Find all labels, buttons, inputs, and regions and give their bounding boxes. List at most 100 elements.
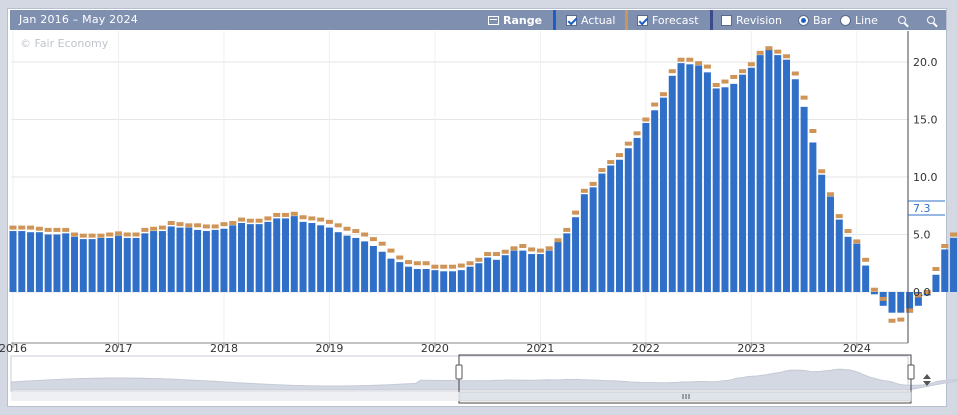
forecast-marker[interactable] xyxy=(879,296,887,301)
forecast-marker[interactable] xyxy=(422,261,430,266)
actual-bar[interactable] xyxy=(800,106,808,292)
forecast-marker[interactable] xyxy=(53,227,61,232)
forecast-marker[interactable] xyxy=(721,79,729,84)
actual-bar[interactable] xyxy=(484,257,492,293)
forecast-marker[interactable] xyxy=(554,238,562,243)
actual-bar[interactable] xyxy=(774,55,782,292)
actual-bar[interactable] xyxy=(616,159,624,292)
forecast-marker[interactable] xyxy=(431,264,439,269)
forecast-marker[interactable] xyxy=(264,216,272,221)
forecast-marker[interactable] xyxy=(255,218,263,223)
forecast-marker[interactable] xyxy=(211,224,219,229)
forecast-marker[interactable] xyxy=(167,221,175,225)
forecast-marker[interactable] xyxy=(396,255,404,260)
actual-bar[interactable] xyxy=(88,239,96,292)
actual-bar[interactable] xyxy=(536,254,544,292)
actual-bar[interactable] xyxy=(554,241,562,292)
forecast-marker[interactable] xyxy=(747,62,755,67)
forecast-marker[interactable] xyxy=(826,192,834,197)
actual-bar[interactable] xyxy=(449,271,456,292)
forecast-marker[interactable] xyxy=(536,248,544,253)
actual-bar[interactable] xyxy=(281,218,289,292)
forecast-marker[interactable] xyxy=(510,246,518,251)
forecast-marker[interactable] xyxy=(572,210,580,215)
actual-bar[interactable] xyxy=(519,250,527,292)
forecast-marker[interactable] xyxy=(290,211,298,216)
forecast-marker[interactable] xyxy=(651,102,659,107)
actual-bar[interactable] xyxy=(106,237,114,292)
forecast-marker[interactable] xyxy=(853,239,861,244)
forecast-marker[interactable] xyxy=(229,221,237,225)
forecast-marker[interactable] xyxy=(378,241,386,246)
forecast-marker[interactable] xyxy=(774,49,782,54)
forecast-marker[interactable] xyxy=(387,248,395,253)
actual-bar[interactable] xyxy=(888,292,896,313)
forecast-marker[interactable] xyxy=(607,160,615,165)
actual-bar[interactable] xyxy=(466,266,474,292)
actual-bar[interactable] xyxy=(413,269,421,292)
forecast-marker[interactable] xyxy=(71,232,79,237)
actual-bar[interactable] xyxy=(422,269,430,292)
forecast-marker[interactable] xyxy=(123,232,131,237)
forecast-marker[interactable] xyxy=(440,264,448,269)
actual-bar[interactable] xyxy=(668,75,676,292)
forecast-marker[interactable] xyxy=(114,231,122,236)
actual-bar[interactable] xyxy=(791,79,799,292)
forecast-marker[interactable] xyxy=(273,212,281,217)
forecast-marker[interactable] xyxy=(809,129,817,133)
navigator-left-handle[interactable] xyxy=(455,364,463,380)
forecast-marker[interactable] xyxy=(141,227,149,232)
actual-bar[interactable] xyxy=(299,221,307,292)
actual-bar[interactable] xyxy=(826,196,834,292)
actual-bar[interactable] xyxy=(932,274,940,292)
actual-bar[interactable] xyxy=(167,226,175,292)
actual-bar[interactable] xyxy=(642,122,650,292)
forecast-marker[interactable] xyxy=(888,318,896,323)
actual-bar[interactable] xyxy=(387,258,395,292)
actual-bar[interactable] xyxy=(150,231,158,292)
actual-bar[interactable] xyxy=(844,236,852,292)
actual-bar[interactable] xyxy=(44,234,52,293)
forecast-marker[interactable] xyxy=(9,225,17,230)
forecast-marker[interactable] xyxy=(79,233,87,238)
actual-bar[interactable] xyxy=(756,55,764,292)
actual-bar[interactable] xyxy=(853,243,861,292)
forecast-marker[interactable] xyxy=(27,225,35,230)
forecast-marker[interactable] xyxy=(343,226,351,231)
forecast-marker[interactable] xyxy=(756,50,764,55)
forecast-marker[interactable] xyxy=(791,71,799,76)
actual-bar[interactable] xyxy=(501,255,509,292)
actual-bar[interactable] xyxy=(290,216,298,292)
actual-bar[interactable] xyxy=(598,173,606,292)
actual-bar[interactable] xyxy=(765,48,773,293)
forecast-marker[interactable] xyxy=(405,260,413,265)
actual-bar[interactable] xyxy=(686,64,694,292)
forecast-marker[interactable] xyxy=(194,223,202,228)
forecast-marker[interactable] xyxy=(668,69,676,74)
actual-bar[interactable] xyxy=(721,87,729,292)
forecast-marker[interactable] xyxy=(862,257,870,262)
navigator-right-handle[interactable] xyxy=(907,364,915,380)
forecast-marker[interactable] xyxy=(897,317,905,322)
actual-bar[interactable] xyxy=(651,110,659,292)
actual-bar[interactable] xyxy=(396,262,404,292)
actual-bar[interactable] xyxy=(79,239,87,292)
actual-bar[interactable] xyxy=(580,194,588,292)
actual-bar[interactable] xyxy=(870,292,878,295)
actual-bar[interactable] xyxy=(176,227,184,292)
actual-bar[interactable] xyxy=(185,227,193,292)
forecast-marker[interactable] xyxy=(361,232,369,237)
forecast-marker[interactable] xyxy=(703,64,711,69)
forecast-marker[interactable] xyxy=(317,217,325,222)
actual-bar[interactable] xyxy=(897,292,905,313)
actual-bar[interactable] xyxy=(818,174,826,292)
forecast-marker[interactable] xyxy=(844,229,852,234)
forecast-marker[interactable] xyxy=(950,232,957,237)
forecast-marker[interactable] xyxy=(176,222,184,227)
forecast-marker[interactable] xyxy=(528,247,536,252)
forecast-marker[interactable] xyxy=(659,92,667,97)
actual-bar[interactable] xyxy=(273,218,281,292)
actual-bar[interactable] xyxy=(369,246,377,292)
forecast-marker[interactable] xyxy=(246,218,254,223)
forecast-marker[interactable] xyxy=(730,74,738,79)
